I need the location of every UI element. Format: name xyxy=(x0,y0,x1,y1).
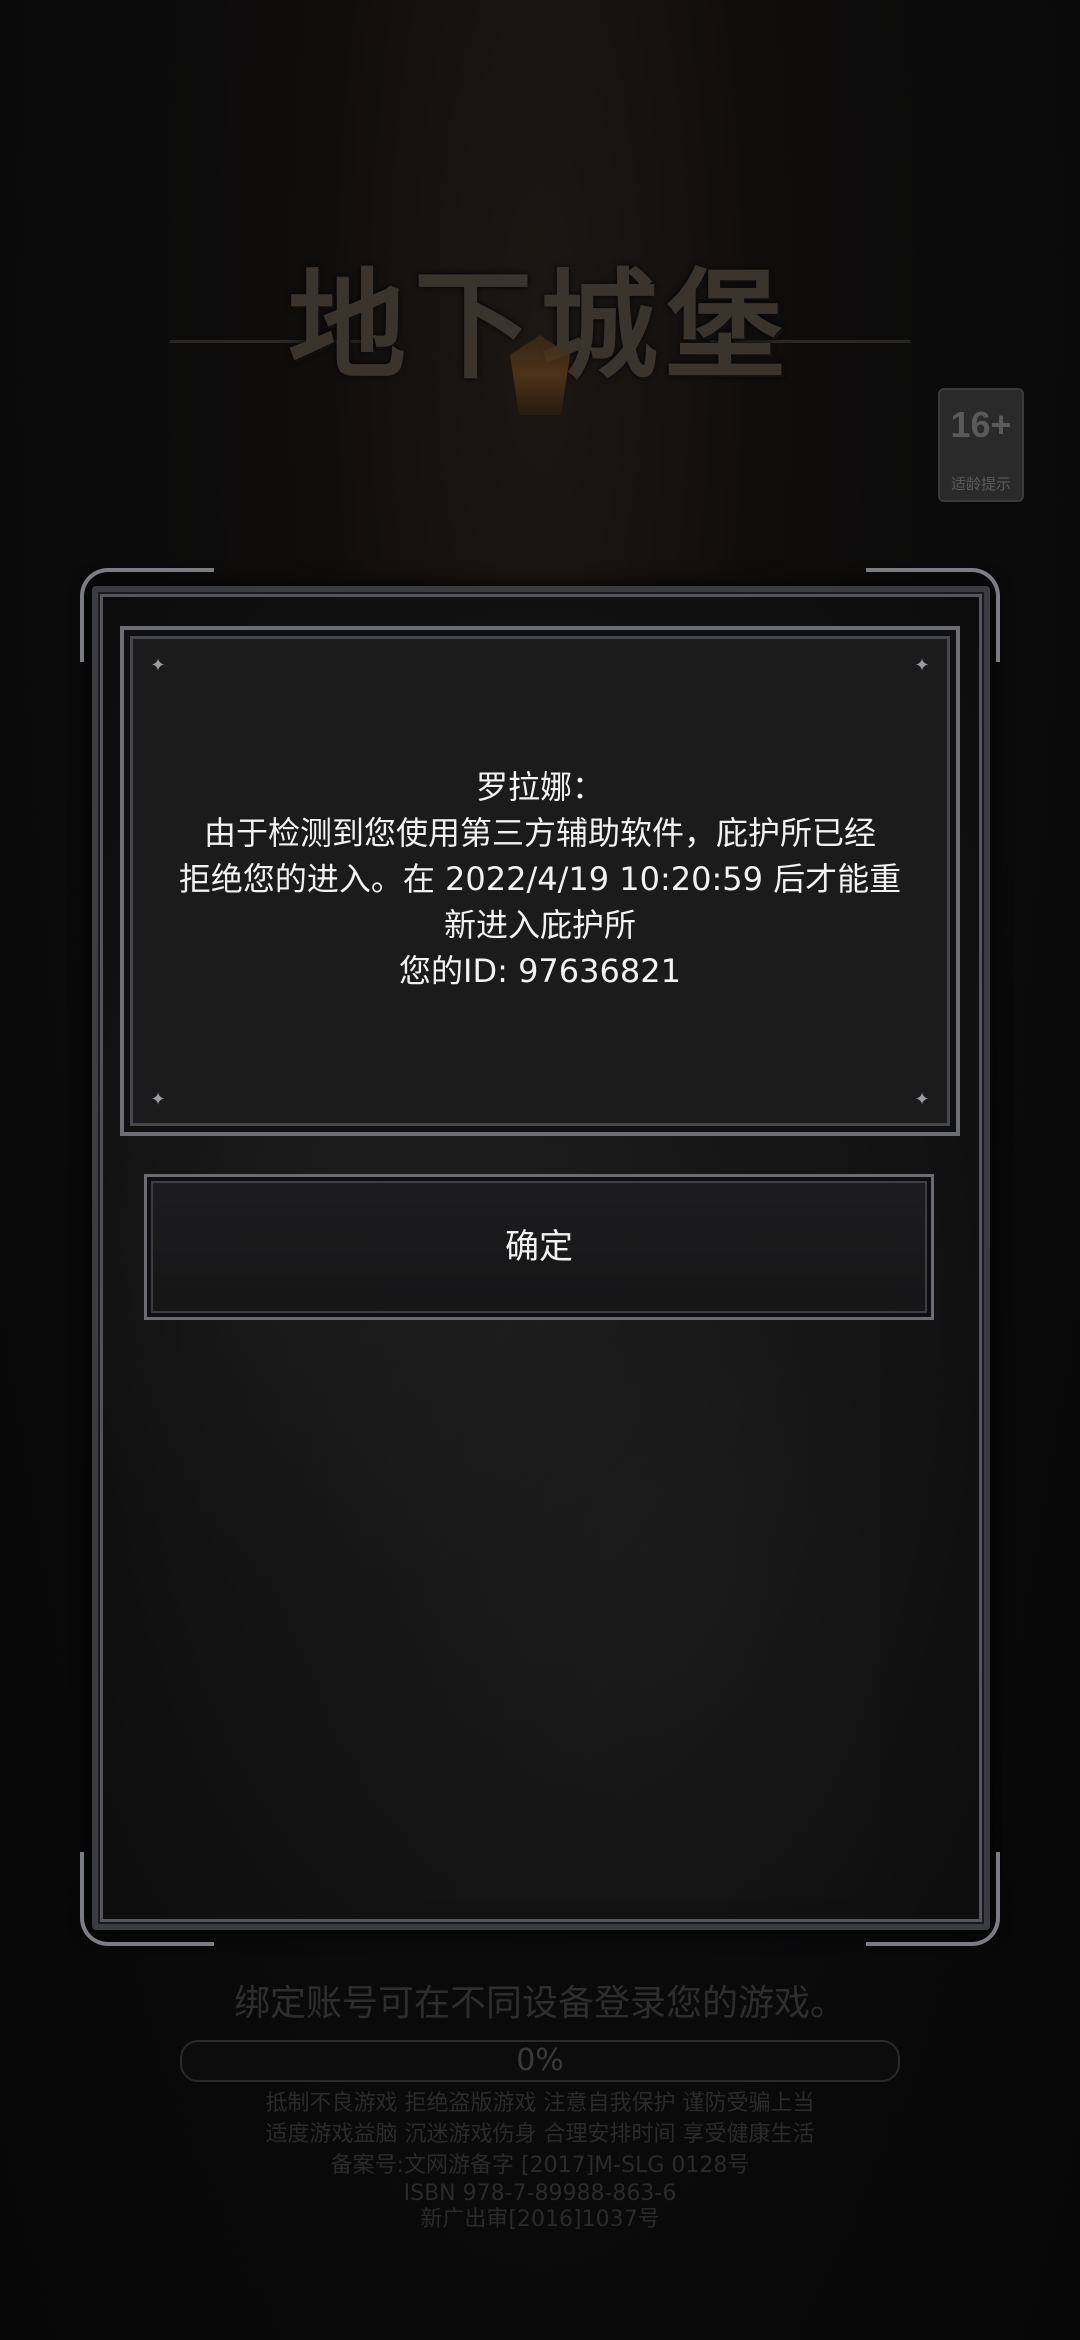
message-text: 罗拉娜： 由于检测到您使用第三方辅助软件，庇护所已经 拒绝您的进入。在 2022… xyxy=(164,764,916,994)
confirm-button[interactable]: 确定 xyxy=(144,1174,934,1320)
frame-corner-ornament xyxy=(866,1852,1000,1946)
message-line: 新进入庇护所 xyxy=(443,906,636,944)
game-logo: 地下城堡 xyxy=(170,200,910,420)
sparkle-icon: ✦ xyxy=(150,1089,166,1110)
record-number: 备案号:文网游备字 [2017]M-SLG 0128号 xyxy=(330,2153,750,2178)
sparkle-icon: ✦ xyxy=(150,655,166,676)
age-rating-badge[interactable]: 16+ 适龄提示 xyxy=(938,388,1024,502)
game-screen: 地下城堡 16+ 适龄提示 ✦ ✦ ✦ ✦ 罗拉娜： 由于检测到您使用第三方辅助… xyxy=(0,0,1080,2340)
bind-account-tip: 绑定账号可在不同设备登录您的游戏。 xyxy=(233,1983,846,2024)
sparkle-icon: ✦ xyxy=(914,1089,930,1110)
sparkle-icon: ✦ xyxy=(914,655,930,676)
isbn-number: ISBN 978-7-89988-863-6 xyxy=(403,2181,677,2206)
health-notice-line: 抵制不良游戏 拒绝盗版游戏 注意自我保护 谨防受骗上当 xyxy=(265,2091,815,2116)
approval-number: 新广出审[2016]1037号 xyxy=(420,2207,660,2232)
message-line: 拒绝您的进入。在 2022/4/19 10:20:59 后才能重 xyxy=(178,860,902,898)
speaker-name: 罗拉娜： xyxy=(475,768,604,806)
age-rating-number: 16+ xyxy=(950,404,1012,445)
frame-corner-ornament xyxy=(80,1852,214,1946)
message-line: 由于检测到您使用第三方辅助软件，庇护所已经 xyxy=(203,814,876,852)
loading-progress-bar: 0% xyxy=(180,2040,900,2082)
progress-text: 0% xyxy=(516,2043,564,2078)
user-id-line: 您的ID: 97636821 xyxy=(399,952,681,990)
message-box: ✦ ✦ ✦ ✦ 罗拉娜： 由于检测到您使用第三方辅助软件，庇护所已经 拒绝您的进… xyxy=(120,626,960,1136)
age-rating-label: 适龄提示 xyxy=(950,475,1011,493)
health-notice-line: 适度游戏益脑 沉迷游戏伤身 合理安排时间 享受健康生活 xyxy=(265,2122,815,2147)
